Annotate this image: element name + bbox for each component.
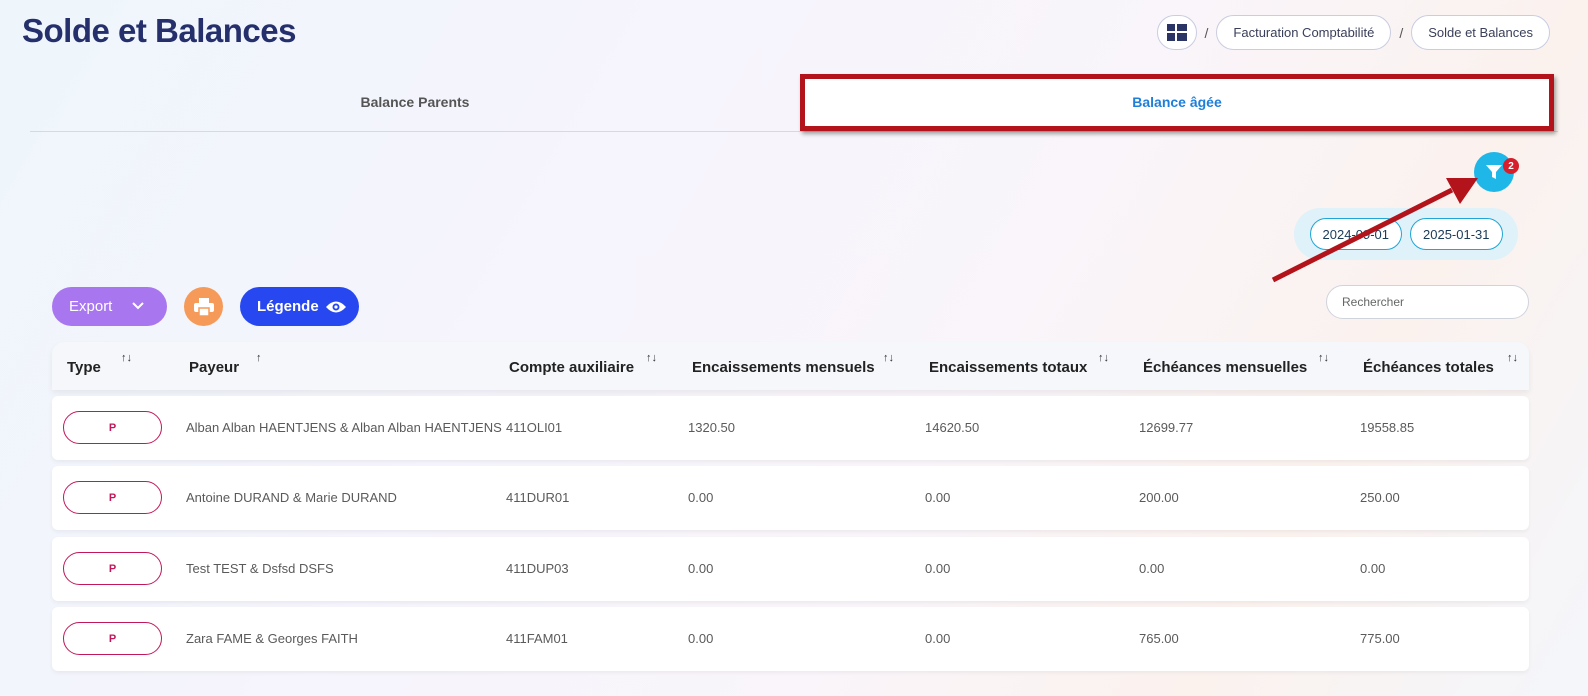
table-row[interactable]: P Antoine DURAND & Marie DURAND 411DUR01…	[52, 466, 1529, 530]
cell-ech-totales: 775.00	[1360, 631, 1400, 646]
tab-balance-agee[interactable]: Balance âgée	[800, 74, 1554, 130]
column-header-type[interactable]: Type	[67, 359, 101, 376]
date-range-group: 2024-09-01 2025-01-31	[1294, 208, 1518, 260]
type-pill: P	[63, 622, 162, 655]
cell-compte: 411DUR01	[506, 490, 570, 505]
tab-bar: Balance Parents Balance âgée	[30, 74, 1558, 132]
cell-enc-totaux: 0.00	[925, 490, 951, 505]
dashboard-icon	[1166, 24, 1187, 41]
cell-ech-mensuelles: 200.00	[1139, 490, 1179, 505]
printer-icon	[193, 297, 214, 316]
legend-button[interactable]: Légende	[240, 287, 359, 326]
type-pill: P	[63, 411, 162, 444]
cell-payeur: Zara FAME & Georges FAITH	[186, 631, 358, 646]
date-end-chip[interactable]: 2025-01-31	[1410, 218, 1503, 250]
tab-balance-parents[interactable]: Balance Parents	[30, 74, 800, 130]
export-button[interactable]: Export	[52, 287, 167, 326]
sort-icon[interactable]: ↑↓	[1318, 353, 1329, 364]
cell-compte: 411DUP03	[506, 561, 569, 576]
table-row[interactable]: P Zara FAME & Georges FAITH 411FAM01 0.0…	[52, 607, 1529, 671]
filter-count-badge: 2	[1503, 158, 1519, 174]
cell-enc-mensuels: 0.00	[688, 561, 714, 576]
chevron-down-icon	[132, 302, 144, 310]
breadcrumb-separator: /	[1204, 24, 1209, 41]
sort-icon[interactable]: ↑↓	[121, 353, 132, 364]
breadcrumb-solde[interactable]: Solde et Balances	[1411, 15, 1550, 50]
cell-enc-mensuels: 1320.50	[688, 420, 735, 435]
page-title: Solde et Balances	[22, 12, 296, 49]
sort-icon[interactable]: ↑↓	[1507, 353, 1518, 364]
column-header-payeur[interactable]: Payeur	[189, 359, 239, 376]
sort-icon[interactable]: ↑↓	[1098, 353, 1109, 364]
cell-ech-totales: 250.00	[1360, 490, 1400, 505]
breadcrumb: / Facturation Comptabilité / Solde et Ba…	[1156, 15, 1550, 50]
cell-payeur: Alban Alban HAENTJENS & Alban Alban HAEN…	[186, 420, 502, 435]
sort-icon[interactable]: ↑↓	[646, 353, 657, 364]
type-pill: P	[63, 552, 162, 585]
sort-asc-icon[interactable]: ↑	[256, 353, 262, 364]
eye-icon	[325, 301, 346, 312]
cell-compte: 411OLI01	[506, 420, 563, 435]
print-button[interactable]	[184, 287, 223, 326]
cell-payeur: Test TEST & Dsfsd DSFS	[186, 561, 334, 576]
cell-ech-totales: 0.00	[1360, 561, 1386, 576]
column-header-enc-mensuels[interactable]: Encaissements mensuels	[692, 359, 875, 376]
breadcrumb-separator: /	[1399, 24, 1404, 41]
cell-enc-mensuels: 0.00	[688, 631, 714, 646]
cell-enc-totaux: 0.00	[925, 561, 951, 576]
cell-ech-totales: 19558.85	[1360, 420, 1415, 435]
cell-ech-mensuelles: 765.00	[1139, 631, 1179, 646]
breadcrumb-facturation[interactable]: Facturation Comptabilité	[1216, 15, 1392, 50]
table-row[interactable]: P Alban Alban HAENTJENS & Alban Alban HA…	[52, 396, 1529, 460]
column-header-ech-mensuelles[interactable]: Échéances mensuelles	[1143, 359, 1307, 376]
type-pill: P	[63, 481, 162, 514]
cell-payeur: Antoine DURAND & Marie DURAND	[186, 490, 397, 505]
breadcrumb-home-button[interactable]	[1156, 15, 1197, 50]
cell-enc-mensuels: 0.00	[688, 490, 714, 505]
column-header-compte[interactable]: Compte auxiliaire	[509, 359, 634, 376]
cell-enc-totaux: 0.00	[925, 631, 951, 646]
cell-compte: 411FAM01	[506, 631, 568, 646]
export-label: Export	[69, 298, 113, 315]
cell-enc-totaux: 14620.50	[925, 420, 980, 435]
table-row[interactable]: P Test TEST & Dsfsd DSFS 411DUP03 0.00 0…	[52, 537, 1529, 601]
cell-ech-mensuelles: 0.00	[1139, 561, 1165, 576]
sort-icon[interactable]: ↑↓	[883, 353, 894, 364]
legend-label: Légende	[257, 298, 319, 315]
filter-icon	[1486, 165, 1502, 179]
column-header-enc-totaux[interactable]: Encaissements totaux	[929, 359, 1087, 376]
cell-ech-mensuelles: 12699.77	[1139, 420, 1194, 435]
search-input[interactable]	[1326, 285, 1529, 319]
date-start-chip[interactable]: 2024-09-01	[1309, 218, 1402, 250]
column-header-ech-totales[interactable]: Échéances totales	[1363, 359, 1494, 376]
table-header: Type ↑↓ Payeur ↑ Compte auxiliaire ↑↓ En…	[52, 342, 1529, 390]
